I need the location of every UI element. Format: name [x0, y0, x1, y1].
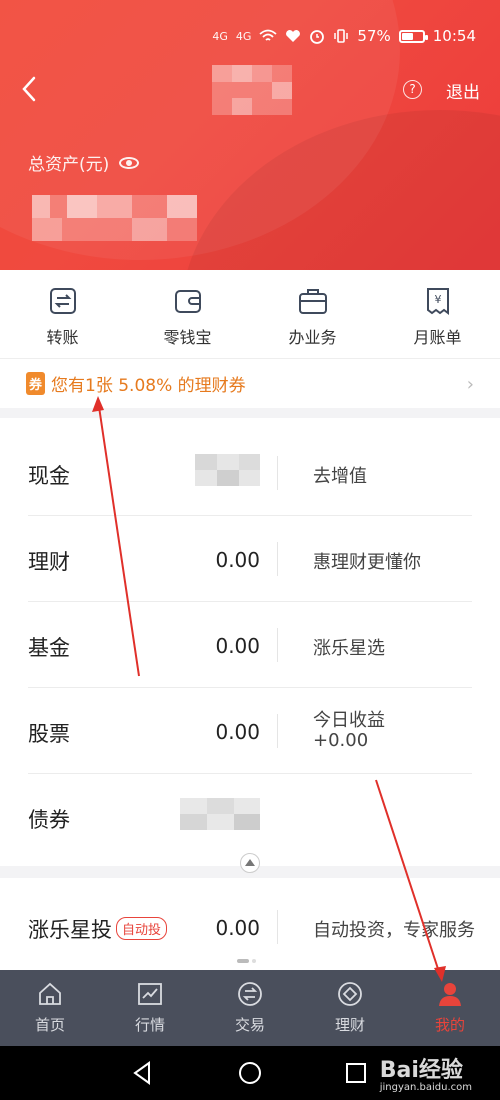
cash-value-mosaic [195, 454, 260, 486]
asset-name: 债券 [28, 808, 70, 832]
today-earnings-label: 今日收益 [313, 710, 385, 731]
today-earnings-value: +0.00 [313, 730, 369, 751]
status-bar: 4G 4G 57% 10:54 [212, 24, 476, 48]
tab-trade[interactable]: 交易 [200, 970, 300, 1046]
battery-fill [401, 32, 414, 40]
action-transfer[interactable]: 转账 [0, 270, 125, 358]
action-label: 办业务 [288, 328, 337, 347]
battery-percent: 57% [357, 27, 391, 45]
svg-text:¥: ¥ [434, 293, 441, 306]
briefcase-icon [298, 289, 327, 314]
chart-icon [138, 983, 162, 1005]
tab-wealth[interactable]: 理财 [300, 970, 400, 1046]
watermark-brand: Bai经验 [379, 1058, 463, 1083]
transfer-icon [49, 288, 76, 314]
logout-button[interactable]: 退出 [446, 78, 480, 103]
asset-value: 0.00 [215, 634, 260, 658]
asset-name: 现金 [28, 464, 70, 488]
battery-icon [398, 29, 428, 43]
system-navigation-bar: Bai经验 jingyan.baidu.com [0, 1046, 500, 1100]
eye-icon[interactable] [119, 156, 140, 169]
network-indicator: 4G [212, 29, 228, 43]
asset-value: 0.00 [215, 916, 260, 940]
star-invest-row[interactable]: 涨乐星投 自动投 0.00 自动投资，专家服务 [0, 878, 500, 970]
asset-row-cash[interactable]: 现金 去增值 [0, 430, 500, 516]
asset-name: 股票 [28, 722, 70, 746]
row-divider [277, 714, 278, 748]
network-indicator: 4G [235, 29, 252, 43]
vibrate-icon [334, 29, 349, 43]
asset-list: 现金 去增值 理财 0.00 惠理财更懂你 基金 0.00 涨乐星选 股票 0.… [0, 418, 500, 866]
auto-invest-tag: 自动投 [116, 917, 168, 940]
asset-name: 基金 [28, 636, 70, 660]
total-assets-mosaic [32, 195, 197, 241]
diamond-icon [338, 982, 362, 1006]
account-name-mosaic [212, 65, 292, 115]
action-business[interactable]: 办业务 [250, 270, 375, 358]
nav-back-icon[interactable] [130, 1060, 156, 1086]
action-label: 零钱宝 [163, 328, 212, 347]
total-assets-text: 总资产(元) [28, 155, 110, 175]
page-indicator [237, 959, 261, 963]
star-invest-name: 涨乐星投 [28, 918, 112, 942]
asset-desc: 自动投资，专家服务 [313, 920, 475, 941]
action-label: 月账单 [413, 328, 462, 347]
action-monthly-bill[interactable]: ¥ 月账单 [375, 270, 500, 358]
asset-row-fund[interactable]: 基金 0.00 涨乐星选 [0, 602, 500, 688]
help-icon[interactable]: ? [403, 80, 422, 99]
tab-label: 首页 [34, 1016, 65, 1034]
collapse-icon[interactable] [240, 853, 260, 873]
total-assets-label: 总资产(元) [28, 150, 140, 175]
asset-row-stock[interactable]: 股票 0.00 今日收益 +0.00 [0, 688, 500, 774]
tab-label: 行情 [134, 1016, 165, 1034]
asset-desc: 惠理财更懂你 [313, 552, 421, 573]
bottom-tab-bar: 首页 行情 交易 理财 我的 [0, 970, 500, 1046]
asset-row-bond[interactable]: 债券 [0, 774, 500, 860]
wallet-icon [174, 290, 201, 313]
person-icon [439, 983, 461, 1006]
coupon-tag: 券 [26, 372, 46, 395]
asset-row-wealth[interactable]: 理财 0.00 惠理财更懂你 [0, 516, 500, 602]
tab-label: 理财 [334, 1016, 365, 1034]
coupon-text: 您有1张 5.08% 的理财券 [51, 376, 246, 396]
row-divider [277, 456, 278, 490]
tab-market[interactable]: 行情 [100, 970, 200, 1046]
exchange-icon [238, 982, 262, 1006]
asset-value: 0.00 [215, 720, 260, 744]
watermark-url: jingyan.baidu.com [379, 1082, 472, 1093]
star-invest-content: 涨乐星投 自动投 0.00 自动投资，专家服务 [0, 882, 500, 968]
account-header: 4G 4G 57% 10:54 ? 退出 总资产(元) [0, 0, 500, 270]
bond-value-mosaic [180, 798, 260, 830]
back-icon[interactable] [16, 74, 44, 104]
tab-mine[interactable]: 我的 [400, 970, 500, 1046]
clock: 10:54 [432, 27, 476, 45]
asset-value: 0.00 [215, 548, 260, 572]
asset-desc: 去增值 [313, 466, 367, 487]
baidu-watermark: Bai经验 jingyan.baidu.com [380, 1052, 472, 1093]
row-divider [277, 542, 278, 576]
star-invest-name-group: 涨乐星投 自动投 [28, 914, 168, 944]
asset-desc: 涨乐星选 [313, 638, 385, 659]
row-divider [277, 910, 278, 944]
heart-icon [286, 30, 301, 42]
nav-home-icon[interactable] [237, 1060, 263, 1086]
chevron-right-icon: › [466, 374, 474, 395]
bill-icon: ¥ [426, 288, 449, 315]
row-divider [277, 628, 278, 662]
quick-actions: 转账 零钱宝 办业务 ¥ 月账单 [0, 270, 500, 358]
alarm-icon [310, 30, 325, 44]
tab-label: 交易 [234, 1016, 265, 1034]
home-icon [39, 982, 61, 1005]
nav-recents-icon[interactable] [343, 1060, 369, 1086]
coupon-banner[interactable]: 券 您有1张 5.08% 的理财券 › [0, 358, 500, 408]
tab-label: 我的 [434, 1016, 465, 1034]
action-label: 转账 [46, 328, 79, 347]
action-wallet[interactable]: 零钱宝 [125, 270, 250, 358]
asset-name: 理财 [28, 550, 70, 574]
wifi-icon [259, 29, 278, 41]
tab-home[interactable]: 首页 [0, 970, 100, 1046]
